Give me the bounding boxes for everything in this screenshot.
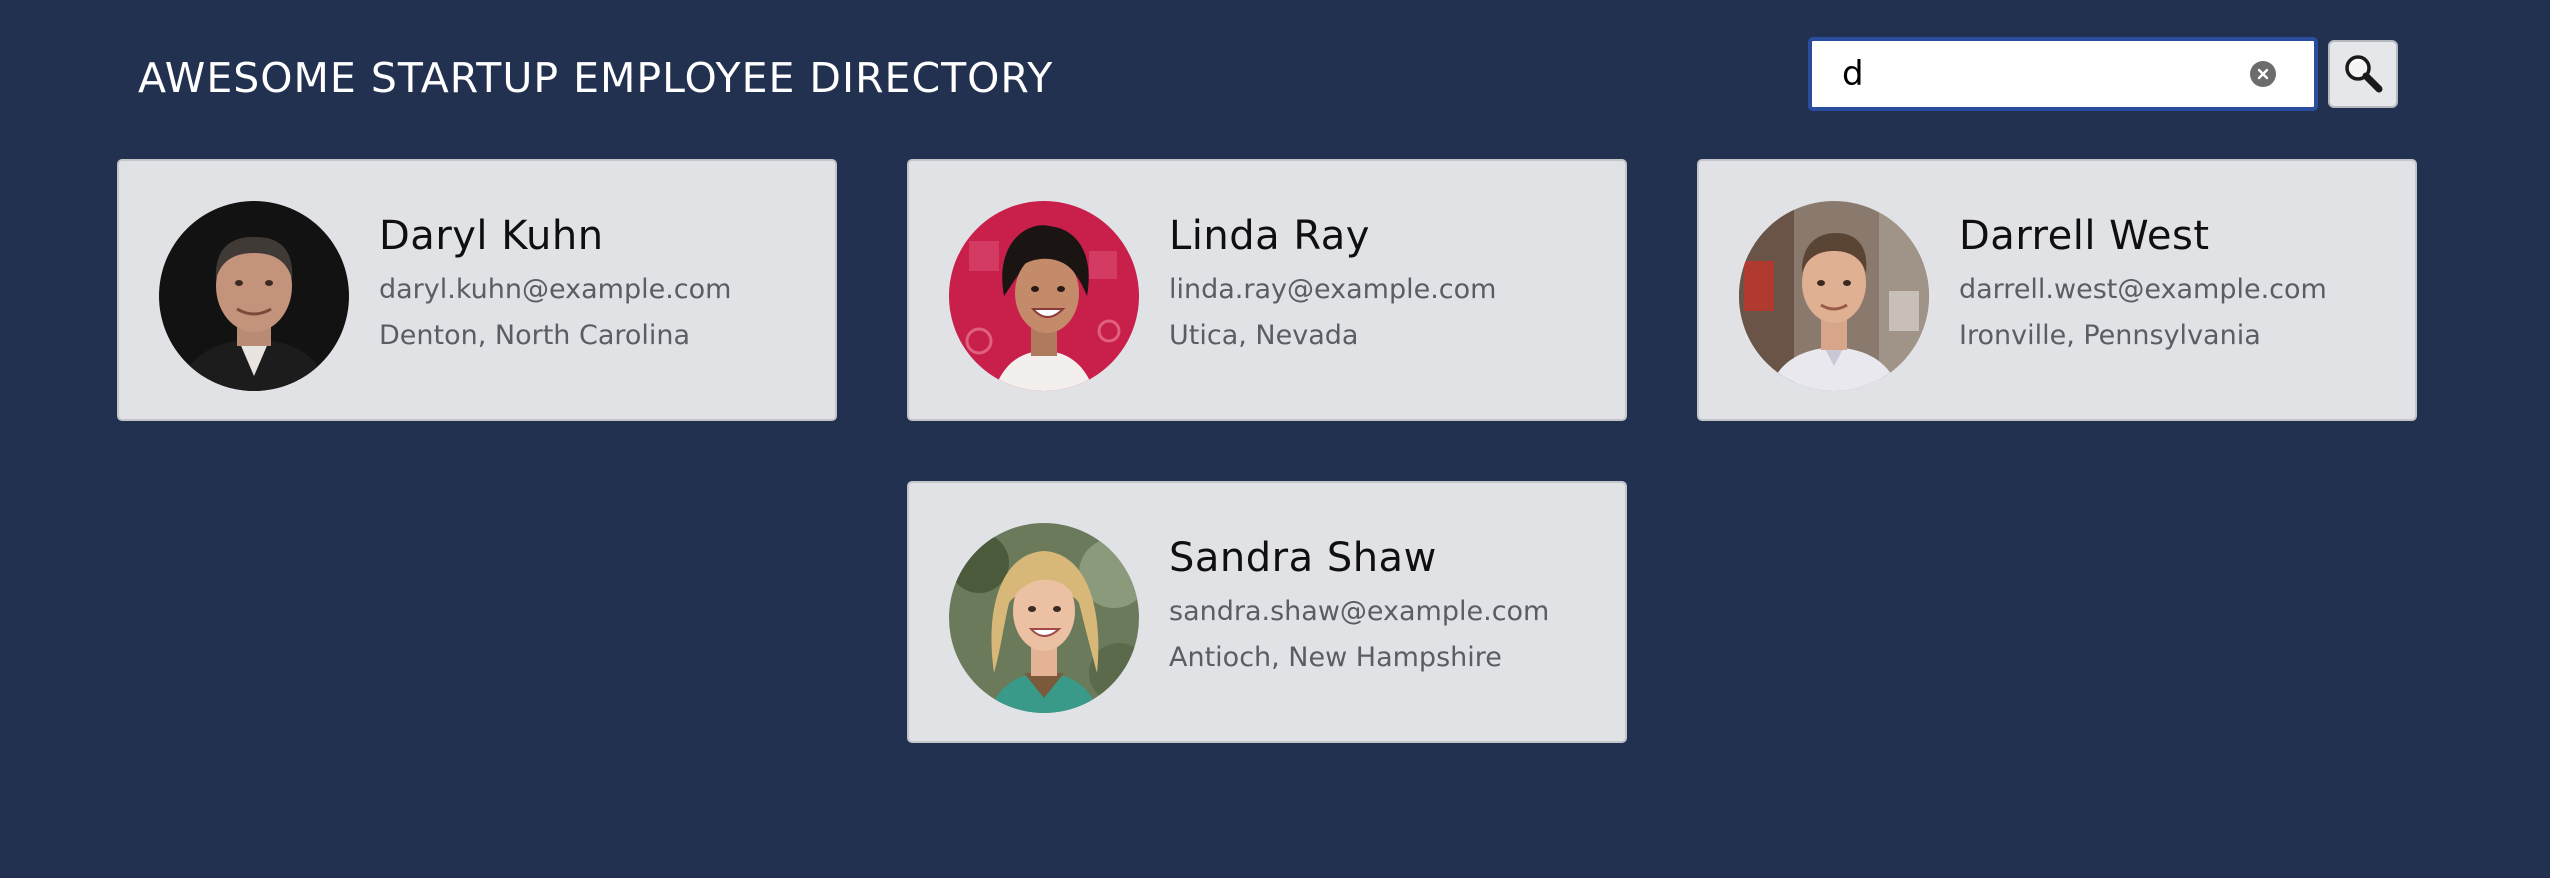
search-button[interactable] [2328,40,2398,108]
employee-location: Antioch, New Hampshire [1169,642,1502,673]
search-form [1808,37,2398,111]
employee-location: Utica, Nevada [1169,320,1359,351]
employee-card[interactable]: Linda Ray linda.ray@example.com Utica, N… [907,159,1627,421]
employee-location: Ironville, Pennsylvania [1959,320,2261,351]
employee-email: sandra.shaw@example.com [1169,596,1550,627]
avatar [1739,201,1929,391]
employee-name: Linda Ray [1169,213,1370,259]
avatar [949,523,1139,713]
employee-email: daryl.kuhn@example.com [379,274,732,305]
employee-card[interactable]: Daryl Kuhn daryl.kuhn@example.com Denton… [117,159,837,421]
search-input[interactable] [1812,41,2212,107]
search-input-wrapper [1808,37,2318,111]
avatar [949,201,1139,391]
employee-email: linda.ray@example.com [1169,274,1497,305]
employee-name: Sandra Shaw [1169,535,1437,581]
employee-email: darrell.west@example.com [1959,274,2327,305]
employee-name: Daryl Kuhn [379,213,604,259]
avatar [159,201,349,391]
employee-location: Denton, North Carolina [379,320,691,351]
employee-name: Darrell West [1959,213,2210,259]
clear-search-icon[interactable] [2250,61,2276,87]
page-title: AWESOME STARTUP EMPLOYEE DIRECTORY [138,54,1054,102]
employee-card[interactable]: Darrell West darrell.west@example.com Ir… [1697,159,2417,421]
employee-card[interactable]: Sandra Shaw sandra.shaw@example.com Anti… [907,481,1627,743]
magnifier-icon [2345,55,2383,93]
